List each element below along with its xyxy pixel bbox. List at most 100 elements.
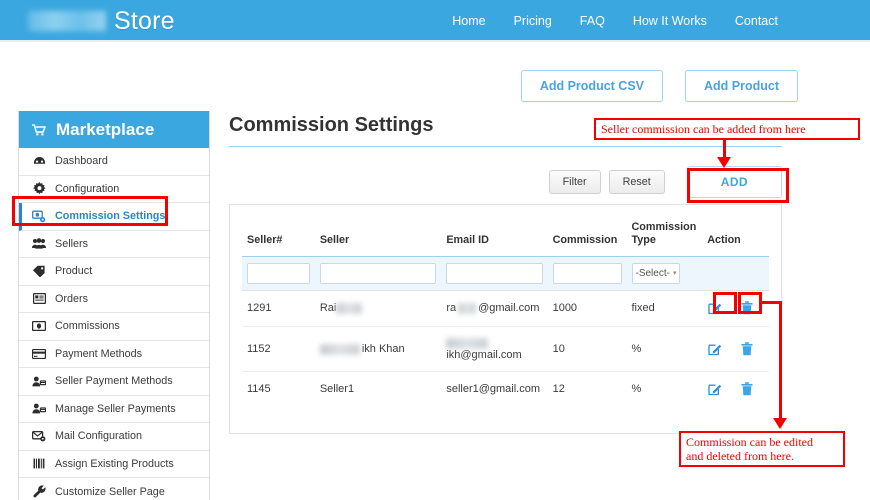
nav-link-contact[interactable]: Contact — [735, 14, 778, 28]
cell-email: ra @gmail.com — [441, 290, 548, 327]
cell-seller: ikh Khan — [314, 326, 442, 372]
sidebar-item-label: Commission Settings — [55, 210, 166, 223]
filter-cell-commission-type: -Select- ▾ — [626, 256, 703, 291]
sidebar-item-label: Payment Methods — [55, 347, 143, 360]
barcode-icon — [32, 457, 46, 470]
table-head: Seller# Seller Email ID Commission Commi… — [242, 215, 769, 257]
sidebar-item-label: Dashboard — [55, 155, 108, 168]
brand-logo-redacted-image — [28, 11, 106, 31]
table-row[interactable]: 1291 Rai ra @gmail.com 1000 fixed — [242, 290, 769, 327]
sidebar-item-sellers[interactable]: Sellers — [19, 230, 209, 258]
nav-link-faq[interactable]: FAQ — [580, 14, 605, 28]
top-navigation-bar: Store Home Pricing FAQ How It Works Cont… — [0, 0, 870, 42]
annotation-note-add: Seller commission can be added from here — [594, 118, 860, 141]
filter-cell-seller — [314, 256, 442, 291]
delete-icon[interactable] — [739, 382, 754, 397]
cell-email: seller1@gmail.com — [446, 383, 541, 396]
annotation-arrow-top — [717, 157, 731, 168]
sidebar-header: Marketplace — [19, 111, 209, 148]
column-header-action: Action — [702, 215, 769, 257]
cell-email-prefix: ra — [446, 302, 457, 315]
delete-icon[interactable] — [739, 341, 754, 356]
table-header-row: Seller# Seller Email ID Commission Commi… — [242, 215, 769, 257]
add-commission-button[interactable]: ADD — [686, 166, 782, 198]
sidebar-item-configuration[interactable]: Configuration — [19, 175, 209, 203]
table-body: 1291 Rai ra @gmail.com 1000 fixed 1152 i… — [242, 290, 769, 407]
sidebar-item-label: Mail Configuration — [55, 430, 143, 443]
main-content: Commission Settings Filter Reset ADD Sel… — [229, 114, 794, 434]
commission-settings-icon — [32, 210, 46, 223]
cell-commission-type: % — [631, 383, 642, 396]
filter-input-seller[interactable] — [319, 262, 437, 284]
edit-icon[interactable] — [707, 301, 722, 316]
filter-select-commission-type[interactable]: -Select- ▾ — [631, 262, 681, 284]
filter-cell-commission — [547, 256, 627, 291]
table-filter-row: -Select- ▾ — [242, 256, 769, 291]
cell-seller-number: 1152 — [242, 326, 315, 372]
cell-email: ikh@gmail.com — [441, 326, 548, 372]
sidebar-item-product[interactable]: Product — [19, 258, 209, 286]
cell-commission-type: fixed — [626, 290, 703, 327]
credit-card-icon — [32, 347, 46, 360]
sidebar-item-label: Sellers — [55, 237, 89, 250]
users-icon — [32, 237, 46, 250]
cell-seller: Seller1 — [319, 383, 355, 396]
cell-email-suffix: ikh@gmail.com — [446, 348, 522, 361]
table-row[interactable]: 1152 ikh Khan ikh@gmail.com 10 % — [242, 326, 769, 372]
column-header-email-id[interactable]: Email ID — [441, 215, 548, 257]
sidebar-item-mail-configuration[interactable]: Mail Configuration — [19, 423, 209, 451]
annotation-arrow-bottom — [773, 418, 787, 429]
table-toolbar: Filter Reset ADD — [229, 166, 782, 198]
column-header-seller[interactable]: Seller — [314, 215, 442, 257]
user-card-icon — [32, 375, 46, 388]
top-nav-links: Home Pricing FAQ How It Works Contact — [452, 0, 778, 42]
annotation-note-edit-delete: Commission can be edited and deleted fro… — [679, 431, 845, 468]
edit-icon[interactable] — [707, 341, 722, 356]
column-header-commission-type[interactable]: Commission Type — [626, 215, 703, 257]
column-header-commission[interactable]: Commission — [547, 215, 627, 257]
filter-row: -Select- ▾ — [242, 256, 769, 291]
filter-cell-seller-number — [242, 256, 315, 291]
user-card-icon — [32, 402, 46, 415]
annotation-connector-line-bottom — [779, 301, 782, 423]
sidebar-item-label: Product — [55, 265, 93, 278]
sidebar-item-dashboard[interactable]: Dashboard — [19, 148, 209, 176]
edit-icon[interactable] — [707, 382, 722, 397]
cell-seller-number: 1291 — [242, 290, 315, 327]
nav-link-pricing[interactable]: Pricing — [514, 14, 552, 28]
cell-commission: 12 — [552, 383, 565, 396]
add-product-button[interactable]: Add Product — [685, 70, 798, 102]
brand-title: Store — [114, 6, 175, 35]
cell-seller-text: ikh Khan — [361, 342, 405, 355]
sidebar-item-seller-payment-methods[interactable]: Seller Payment Methods — [19, 368, 209, 396]
sidebar-title: Marketplace — [56, 119, 155, 139]
filter-input-email[interactable] — [446, 262, 543, 284]
sidebar-item-customize-seller-page[interactable]: Customize Seller Page — [19, 478, 209, 500]
add-product-csv-button[interactable]: Add Product CSV — [520, 70, 663, 102]
sidebar-item-label: Customize Seller Page — [55, 485, 165, 498]
cell-seller: Rai — [314, 290, 442, 327]
cell-action — [702, 290, 769, 327]
table-row[interactable]: 1145 Seller1 seller1@gmail.com 12 % — [242, 371, 769, 407]
delete-icon[interactable] — [739, 301, 754, 316]
sidebar-item-payment-methods[interactable]: Payment Methods — [19, 340, 209, 368]
sidebar-item-label: Manage Seller Payments — [55, 402, 176, 415]
filter-button[interactable]: Filter — [548, 170, 601, 194]
cell-commission: 10 — [547, 326, 627, 372]
sidebar-item-assign-existing-products[interactable]: Assign Existing Products — [19, 450, 209, 478]
sidebar-item-manage-seller-payments[interactable]: Manage Seller Payments — [19, 395, 209, 423]
sidebar-item-label: Commissions — [55, 320, 120, 333]
filter-input-commission[interactable] — [552, 262, 622, 284]
column-header-seller-number[interactable]: Seller# — [242, 215, 315, 257]
sidebar-item-label: Assign Existing Products — [55, 457, 174, 470]
nav-link-home[interactable]: Home — [452, 14, 485, 28]
nav-link-how-it-works[interactable]: How It Works — [633, 14, 707, 28]
sidebar-item-commissions[interactable]: Commissions — [19, 313, 209, 341]
sidebar-item-commission-settings[interactable]: Commission Settings — [19, 203, 209, 231]
filter-input-seller-number[interactable] — [247, 262, 310, 284]
reset-button[interactable]: Reset — [608, 170, 665, 194]
sidebar-item-orders[interactable]: Orders — [19, 285, 209, 313]
filter-cell-action — [702, 256, 769, 291]
cell-commission-type: % — [626, 326, 703, 372]
brand-logo[interactable]: Store — [28, 2, 175, 40]
